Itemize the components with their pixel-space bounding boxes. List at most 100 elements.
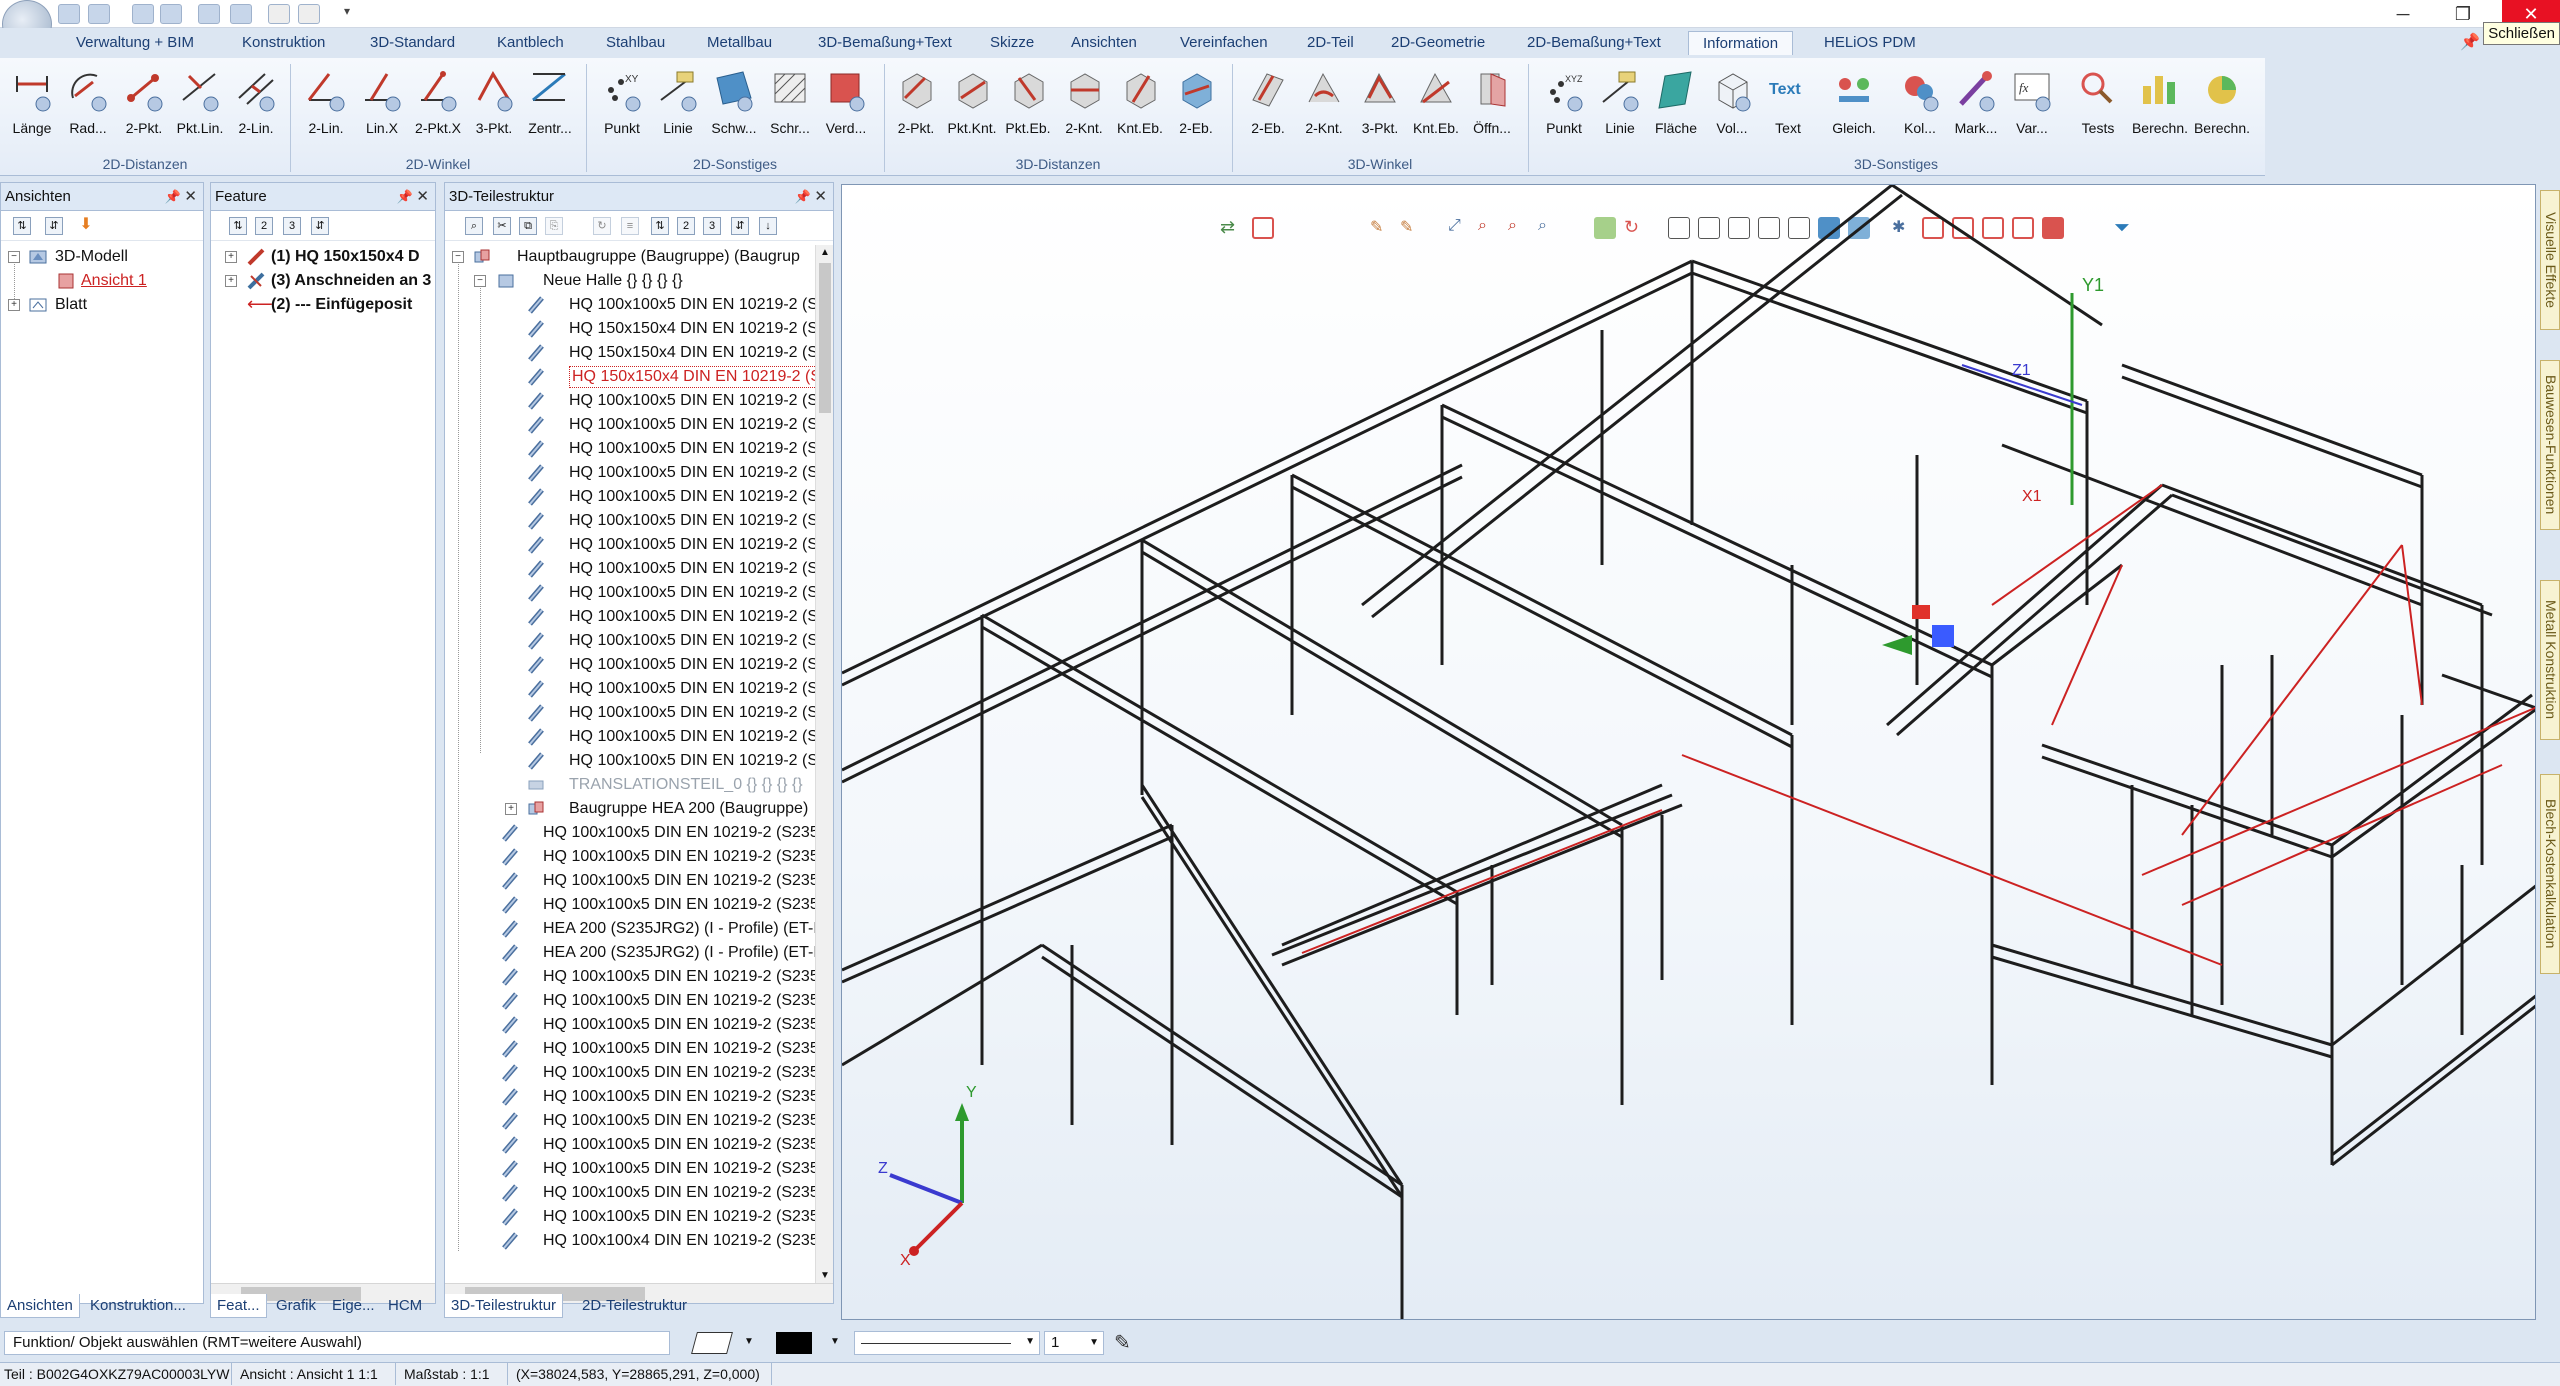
feature-sort-icon[interactable]: ⇅ (229, 217, 247, 235)
angle-line-x-button[interactable]: Lin.X (352, 68, 412, 136)
level-2-icon[interactable]: 2 (677, 217, 695, 235)
tab-2d-bemassung-text[interactable]: 2D-Bemaßung+Text (1527, 34, 1661, 51)
line-width-select[interactable]: 1 ▼ (1044, 1331, 1104, 1355)
distance-3d-2-edge-button[interactable]: 2-Knt. (1054, 68, 1114, 136)
distance-3d-point-plane-button[interactable]: Pkt.Eb. (998, 68, 1058, 136)
measure-point-line-button[interactable]: Pkt.Lin. (170, 68, 230, 136)
tree-item-3d-modell[interactable]: − 3D-Modell (1, 245, 203, 269)
info-3d-collision-button[interactable]: Kol... (1890, 68, 1950, 136)
restore-button[interactable]: ❐ (2440, 0, 2486, 28)
paste-icon[interactable]: ⎘ (545, 217, 563, 235)
tab-vereinfachen[interactable]: Vereinfachen (1180, 34, 1268, 51)
tab-eigenschaften-bottom[interactable]: Eige... (326, 1294, 381, 1318)
info-2d-line-button[interactable]: Linie (648, 68, 708, 136)
distance-3d-point-edge-button[interactable]: Pkt.Knt. (942, 68, 1002, 136)
arrow-down-icon[interactable]: ⬇ (77, 217, 95, 235)
tab-2d-teilestruktur-bottom[interactable]: 2D-Teilestruktur (576, 1294, 693, 1318)
feature-item[interactable]: + (3) Anschneiden an 3 (211, 269, 435, 293)
side-tab-visuelle-effekte[interactable]: Visuelle Effekte (2540, 190, 2560, 330)
color-dropdown-icon[interactable]: ▼ (830, 1336, 840, 1347)
cut-icon[interactable]: ✂ (493, 217, 511, 235)
tab-konstruktion[interactable]: Konstruktion (242, 34, 325, 51)
tree-item-part[interactable]: HQ 100x100x5 DIN EN 10219-2 (S235J (445, 893, 833, 917)
tree-item-part[interactable]: HQ 100x100x5 DIN EN 10219-2 (S2 (445, 629, 833, 653)
info-2d-hatch-button[interactable]: Schr... (760, 68, 820, 136)
info-3d-text-button[interactable]: Text Text (1758, 68, 1818, 136)
info-3d-calculate-2-button[interactable]: Berechn. (2192, 68, 2252, 136)
feature-item[interactable]: ⟵ (2) --- Einfügeposit (211, 293, 435, 317)
pin-ribbon-icon[interactable]: 📌 (2460, 32, 2480, 52)
feature-level-2-icon[interactable]: 2 (255, 217, 273, 235)
measure-length-button[interactable]: Länge (2, 68, 62, 136)
info-2d-centroid-button[interactable]: Schw... (704, 68, 764, 136)
tree-expander[interactable]: − (474, 275, 486, 287)
tab-ansichten[interactable]: Ansichten (1071, 34, 1137, 51)
tree-item-part[interactable]: HQ 100x100x5 DIN EN 10219-2 (S235J (445, 869, 833, 893)
angle-3d-2-plane-button[interactable]: 2-Eb. (1238, 68, 1298, 136)
tree-item-part[interactable]: HQ 100x100x5 DIN EN 10219-2 (S235J (445, 989, 833, 1013)
tree-item-part[interactable]: HQ 100x100x5 DIN EN 10219-2 (S2 (445, 509, 833, 533)
scroll-down-icon[interactable]: ▼ (820, 1270, 830, 1281)
tree-icon[interactable]: ≡ (621, 217, 639, 235)
angle-3d-2-edge-button[interactable]: 2-Knt. (1294, 68, 1354, 136)
line-type-select[interactable]: ▼ (854, 1331, 1040, 1355)
open-file-icon[interactable] (88, 4, 110, 24)
tree-item-part[interactable]: HQ 100x100x5 DIN EN 10219-2 (S2 (445, 701, 833, 725)
feature-item[interactable]: + (1) HQ 150x150x4 D (211, 245, 435, 269)
angle-center-button[interactable]: Zentr... (520, 68, 580, 136)
feature-level-3-icon[interactable]: 3 (283, 217, 301, 235)
info-3d-equal-button[interactable]: Gleich. (1824, 68, 1884, 136)
tab-ansichten-bottom[interactable]: Ansichten (0, 1294, 80, 1318)
tree-expander[interactable]: + (225, 275, 237, 287)
angle-2-point-x-button[interactable]: 2-Pkt.X (408, 68, 468, 136)
info-3d-calculate-1-button[interactable]: Berechn. (2130, 68, 2190, 136)
sort-icon[interactable]: ⇅ (651, 217, 669, 235)
tree-item-part[interactable]: HQ 100x100x5 DIN EN 10219-2 (S2 (445, 485, 833, 509)
tree-item-part[interactable]: HQ 100x100x4 DIN EN 10219-2 (S235J (445, 1229, 833, 1251)
undo-icon[interactable] (268, 4, 290, 24)
scroll-thumb[interactable] (819, 263, 831, 413)
preview-icon[interactable]: ⌕ (465, 217, 483, 235)
feature-filter-icon[interactable]: ⇵ (311, 217, 329, 235)
filter-tree-icon[interactable]: ⇵ (45, 217, 63, 235)
level-3-icon[interactable]: 3 (703, 217, 721, 235)
quick-access-dropdown-icon[interactable]: ▾ (344, 4, 350, 18)
info-3d-variables-button[interactable]: fx Var... (2002, 68, 2062, 136)
info-2d-hidden-button[interactable]: Verd... (816, 68, 876, 136)
info-3d-volume-button[interactable]: Vol... (1702, 68, 1762, 136)
color-swatch[interactable] (776, 1332, 812, 1354)
tree-item-blatt[interactable]: + Blatt (1, 293, 203, 317)
tree-item-ansicht-1[interactable]: Ansicht 1 (1, 269, 203, 293)
tree-expander[interactable]: + (8, 299, 20, 311)
scroll-up-icon[interactable]: ▲ (820, 247, 830, 258)
refresh-icon[interactable]: ↻ (593, 217, 611, 235)
angle-3d-opening-button[interactable]: Öffn... (1462, 68, 1522, 136)
print-icon[interactable] (230, 4, 252, 24)
tab-2d-geometrie[interactable]: 2D-Geometrie (1391, 34, 1485, 51)
tree-expander[interactable]: − (452, 251, 464, 263)
tab-2d-teil[interactable]: 2D-Teil (1307, 34, 1354, 51)
pencil-settings-icon[interactable]: ✎ (1114, 1330, 1131, 1355)
tab-feature-bottom[interactable]: Feat... (210, 1294, 267, 1318)
tree-item-part[interactable]: HQ 100x100x5 DIN EN 10219-2 (S2 (445, 437, 833, 461)
tab-information[interactable]: Information (1688, 31, 1794, 55)
tree-item-part[interactable]: HQ 100x100x5 DIN EN 10219-2 (S235J (445, 1061, 833, 1085)
tab-skizze[interactable]: Skizze (990, 34, 1034, 51)
tree-item-translationsteil[interactable]: TRANSLATIONSTEIL_0 {} {} {} {} (445, 773, 833, 797)
3d-viewport[interactable]: ⇄ ✎ ✎ ⤢ ⌕ ⌕ ⌕ ↻ ✱ ⏷ Y1 Z1 X1 Y Z X (841, 184, 2536, 1320)
sort-tree-icon[interactable]: ⇅ (13, 217, 31, 235)
close-panel-icon[interactable]: ✕ (416, 183, 429, 211)
tree-expander[interactable]: + (505, 803, 517, 815)
tab-hcm-bottom[interactable]: HCM (382, 1294, 428, 1318)
tab-grafik-bottom[interactable]: Grafik (270, 1294, 322, 1318)
new-file-icon[interactable] (58, 4, 80, 24)
close-panel-icon[interactable]: ✕ (814, 183, 827, 211)
tree-item-part[interactable]: HQ 100x100x5 DIN EN 10219-2 (S2 (445, 461, 833, 485)
line-type-dropdown-icon[interactable]: ▼ (1025, 1336, 1035, 1347)
export-icon[interactable] (198, 4, 220, 24)
save-all-icon[interactable] (160, 4, 182, 24)
tree-item-part[interactable]: HQ 100x100x5 DIN EN 10219-2 (S2 (445, 677, 833, 701)
tree-item-part[interactable]: HQ 100x100x5 DIN EN 10219-2 (S2 (445, 581, 833, 605)
tab-konstruktion-bottom[interactable]: Konstruktion... (84, 1294, 192, 1318)
distance-3d-2-point-button[interactable]: 2-Pkt. (886, 68, 946, 136)
